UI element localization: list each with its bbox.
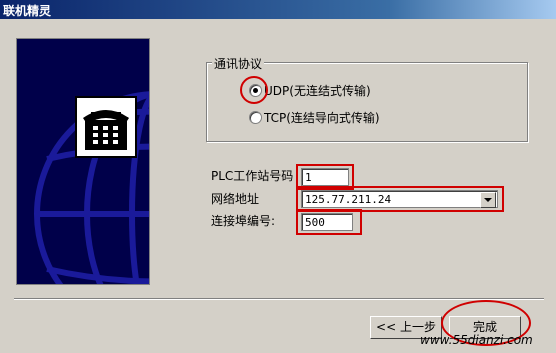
wizard-side-image [16,38,150,285]
globe-graphic [34,91,149,284]
plc-station-label: PLC工作站号码 [211,169,294,183]
port-label: 连接埠编号: [211,214,276,228]
window-title: 联机精灵 [3,4,52,18]
tcp-radio[interactable] [249,111,262,124]
watermark: www.55dianzi.com [420,333,533,347]
udp-annotation-circle [240,76,268,104]
protocol-group-title: 通讯协议 [212,55,265,72]
network-address-label: 网络地址 [211,192,260,206]
telephone-icon [75,96,137,158]
tcp-label[interactable]: TCP(连结导向式传输) [264,109,380,126]
udp-label[interactable]: UDP(无连结式传输) [264,82,371,99]
title-bar: 联机精灵 [0,0,556,19]
port-annotation-box [296,209,362,235]
button-separator [14,298,544,300]
